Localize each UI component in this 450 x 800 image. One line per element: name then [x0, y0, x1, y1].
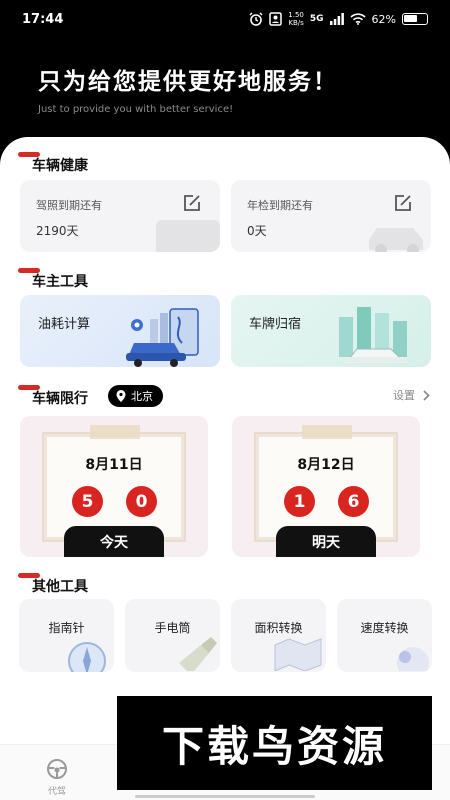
- limit-number: 0: [126, 486, 157, 517]
- chevron-right-icon: [423, 389, 430, 401]
- tape-decoration: [302, 425, 352, 439]
- compass-icon: [68, 642, 106, 672]
- license-illustration: [156, 220, 220, 252]
- status-time: 17:44: [22, 12, 64, 27]
- edit-icon[interactable]: [393, 193, 413, 213]
- signal-icon: [329, 13, 344, 25]
- edit-icon[interactable]: [182, 193, 202, 213]
- section-title-other-tools: 其他工具: [18, 573, 88, 596]
- network-speed: 1.50 KB/s: [288, 11, 304, 27]
- car-illustration-icon: [369, 228, 423, 252]
- inspection-expiry-label: 年检到期还有: [247, 199, 313, 212]
- alarm-icon: [249, 12, 263, 26]
- hero-title: 只为给您提供更好地服务！: [38, 69, 338, 95]
- fuel-calculator-label: 油耗计算: [38, 317, 91, 332]
- steering-wheel-icon: [47, 759, 67, 779]
- license-expiry-card[interactable]: 驾照到期还有 2190天: [20, 180, 220, 252]
- section-title-owner-tools: 车主工具: [18, 268, 88, 291]
- network-type: 5G: [309, 14, 324, 24]
- tool-label: 手电筒: [154, 621, 191, 635]
- section-accent-mark: [18, 152, 40, 157]
- location-pin-icon: [116, 390, 126, 402]
- home-indicator[interactable]: [135, 795, 315, 798]
- plate-origin-label: 车牌归宿: [249, 317, 302, 332]
- tool-flashlight[interactable]: 手电筒: [125, 599, 220, 672]
- tool-compass[interactable]: 指南针: [19, 599, 114, 672]
- city-car-illustration-icon: [339, 307, 407, 363]
- tool-area-convert[interactable]: 面积转换: [231, 599, 326, 672]
- inspection-expiry-value: 0天: [247, 224, 267, 238]
- city-selector[interactable]: 北京: [108, 385, 163, 407]
- watermark-banner: 下载鸟资源: [117, 696, 432, 790]
- limit-settings-link[interactable]: 设置: [393, 387, 430, 403]
- day-tab-tomorrow: 明天: [276, 526, 376, 557]
- status-bar: 17:44 1.50 KB/s 5G 62%: [0, 0, 450, 36]
- tool-label: 速度转换: [360, 621, 409, 635]
- flashlight-icon: [179, 637, 217, 671]
- car-map-illustration-icon: [126, 308, 199, 367]
- section-title-health: 车辆健康: [18, 152, 88, 175]
- map-area-icon: [274, 638, 322, 671]
- tool-speed-convert[interactable]: 速度转换: [337, 599, 432, 672]
- tab-drive[interactable]: 代驾: [40, 757, 74, 797]
- tab-drive-label: 代驾: [47, 787, 66, 797]
- license-expiry-label: 驾照到期还有: [36, 199, 102, 212]
- limit-date: 8月11日: [85, 457, 143, 473]
- day-tab-today: 今天: [64, 526, 164, 557]
- contact-card-icon: [269, 12, 283, 26]
- battery-percent: 62%: [371, 12, 396, 26]
- limit-card-tomorrow[interactable]: 8月12日 1 6 明天: [232, 416, 420, 557]
- tool-label: 面积转换: [254, 621, 303, 635]
- limit-card-today[interactable]: 8月11日 5 0 今天: [20, 416, 208, 557]
- battery-icon: [402, 13, 428, 25]
- inspection-expiry-card[interactable]: 年检到期还有 0天: [231, 180, 431, 252]
- limit-number: 6: [338, 486, 369, 517]
- limit-number: 1: [284, 486, 315, 517]
- city-name: 北京: [131, 390, 153, 403]
- tape-decoration: [90, 425, 140, 439]
- hero-subtitle: Just to provide you with better service!: [38, 104, 234, 115]
- section-title-traffic-limit: 车辆限行: [18, 385, 88, 408]
- limit-number: 5: [72, 486, 103, 517]
- license-expiry-value: 2190天: [36, 224, 79, 238]
- speed-icon: [397, 647, 429, 671]
- section-accent-mark: [18, 385, 40, 390]
- plate-origin-card[interactable]: 车牌归宿: [231, 295, 431, 367]
- tool-label: 指南针: [48, 621, 85, 635]
- section-accent-mark: [18, 573, 40, 578]
- limit-date: 8月12日: [297, 457, 355, 473]
- fuel-calculator-card[interactable]: 油耗计算: [20, 295, 220, 367]
- section-accent-mark: [18, 268, 40, 273]
- status-icons: 1.50 KB/s 5G 62%: [249, 11, 428, 27]
- settings-label: 设置: [393, 389, 415, 402]
- wifi-icon: [349, 13, 366, 25]
